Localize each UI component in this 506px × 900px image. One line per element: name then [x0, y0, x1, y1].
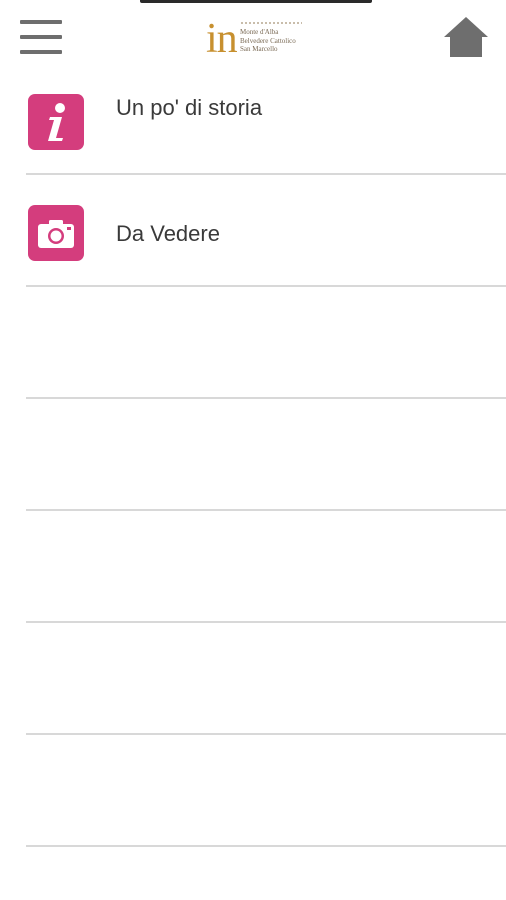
menu-bar-top [20, 20, 62, 24]
empty-row [0, 399, 506, 511]
empty-row [0, 511, 506, 623]
list-item-storia[interactable]: Un po' di storia [0, 62, 506, 175]
info-icon [28, 94, 84, 150]
app-screen: in Monte d'Alba Belvedere Cattolico San … [0, 0, 506, 900]
app-logo: in Monte d'Alba Belvedere Cattolico San … [206, 18, 306, 62]
camera-icon [28, 205, 84, 261]
empty-row [0, 623, 506, 735]
logo-line-2: Belvedere Cattolico [240, 36, 296, 45]
hamburger-menu-icon[interactable] [20, 20, 62, 54]
logo-text: Monte d'Alba Belvedere Cattolico San Mar… [240, 28, 310, 54]
list-item-label: Da Vedere [116, 221, 220, 246]
logo-mark: in [206, 16, 238, 62]
empty-row [0, 287, 506, 399]
home-icon-graphic [444, 17, 488, 57]
empty-row [0, 735, 506, 847]
menu-bar-bottom [20, 50, 62, 54]
menu-list: Un po' di storia Da Vedere [0, 62, 506, 847]
logo-line-1: Monte d'Alba [240, 28, 279, 36]
logo-dots [240, 22, 302, 24]
menu-bar-middle [20, 35, 62, 39]
list-item-label: Un po' di storia [116, 95, 263, 120]
list-item-da-vedere[interactable]: Da Vedere [0, 175, 506, 287]
divider [26, 845, 506, 847]
logo-line-3: San Marcello [240, 45, 278, 53]
home-icon[interactable] [443, 16, 489, 58]
